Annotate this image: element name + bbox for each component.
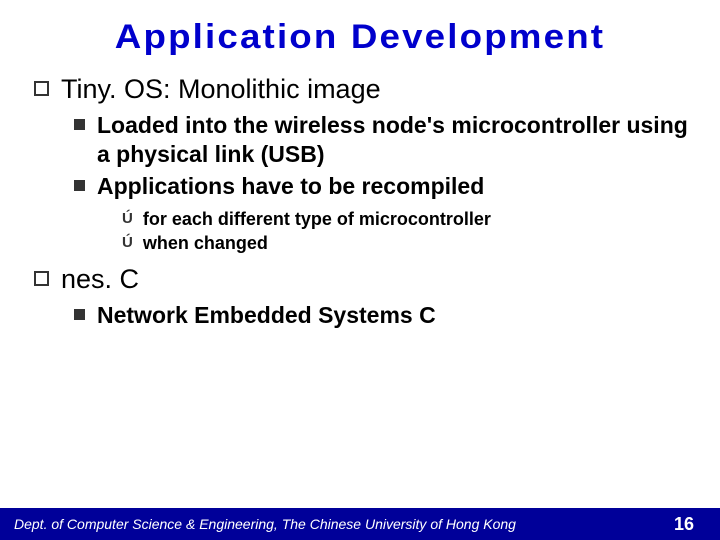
section-1: Tiny. OS: Monolithic image Loaded into t… — [34, 73, 692, 255]
bullet-level1: nes. C — [34, 263, 692, 295]
bullet-level2: Applications have to be recompiled — [74, 172, 692, 201]
bullet-level1: Tiny. OS: Monolithic image — [34, 73, 692, 105]
square-fill-icon — [74, 119, 85, 130]
item-text: Loaded into the wireless node's microcon… — [97, 111, 692, 169]
bullet-level3: Ú when changed — [122, 232, 692, 255]
page-number: 16 — [674, 514, 694, 535]
square-outline-icon — [34, 81, 49, 96]
item-text: Applications have to be recompiled — [97, 172, 484, 201]
square-fill-icon — [74, 309, 85, 320]
arrow-down-icon: Ú — [122, 210, 133, 227]
bullet-level2: Loaded into the wireless node's microcon… — [74, 111, 692, 169]
slide-title: Application Development — [1, 18, 718, 57]
slide-content: Tiny. OS: Monolithic image Loaded into t… — [28, 73, 692, 330]
item-text: Network Embedded Systems C — [97, 301, 436, 330]
section-2: nes. C Network Embedded Systems C — [34, 263, 692, 330]
subitem-text: when changed — [143, 232, 268, 255]
bullet-level3: Ú for each different type of microcontro… — [122, 208, 692, 231]
square-outline-icon — [34, 271, 49, 286]
square-fill-icon — [74, 180, 85, 191]
footer-dept: Dept. of Computer Science & Engineering,… — [14, 516, 516, 532]
section-heading: Tiny. OS: Monolithic image — [61, 73, 381, 105]
arrow-down-icon: Ú — [122, 234, 133, 251]
subitem-text: for each different type of microcontroll… — [143, 208, 491, 231]
bullet-level2: Network Embedded Systems C — [74, 301, 692, 330]
slide: Application Development Tiny. OS: Monoli… — [0, 0, 720, 540]
footer-bar: Dept. of Computer Science & Engineering,… — [0, 508, 720, 540]
section-heading: nes. C — [61, 263, 139, 295]
